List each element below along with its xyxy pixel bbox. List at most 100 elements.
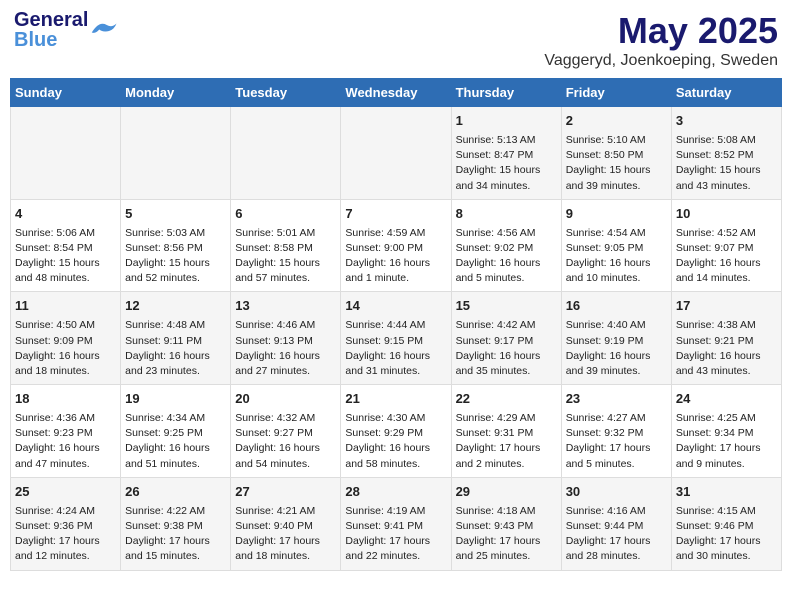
day-info: Daylight: 17 hours and 5 minutes. <box>566 441 667 471</box>
calendar-cell: 10Sunrise: 4:52 AMSunset: 9:07 PMDayligh… <box>671 199 781 292</box>
day-info: Daylight: 17 hours and 30 minutes. <box>676 534 777 564</box>
col-header-monday: Monday <box>121 79 231 107</box>
day-info: Daylight: 16 hours and 47 minutes. <box>15 441 116 471</box>
calendar-cell <box>341 107 451 200</box>
day-info: Sunrise: 4:40 AM <box>566 318 667 333</box>
day-info: Daylight: 17 hours and 25 minutes. <box>456 534 557 564</box>
day-info: Sunset: 9:46 PM <box>676 519 777 534</box>
day-number: 29 <box>456 483 557 502</box>
day-info: Daylight: 16 hours and 58 minutes. <box>345 441 446 471</box>
calendar-week-row: 1Sunrise: 5:13 AMSunset: 8:47 PMDaylight… <box>11 107 782 200</box>
calendar-cell: 20Sunrise: 4:32 AMSunset: 9:27 PMDayligh… <box>231 385 341 478</box>
day-number: 10 <box>676 205 777 224</box>
day-info: Daylight: 16 hours and 10 minutes. <box>566 256 667 286</box>
day-info: Daylight: 17 hours and 28 minutes. <box>566 534 667 564</box>
day-info: Sunset: 9:21 PM <box>676 334 777 349</box>
logo-bird-icon <box>88 19 118 37</box>
day-info: Sunrise: 4:25 AM <box>676 411 777 426</box>
page-title: May 2025 <box>544 10 778 52</box>
calendar-cell: 26Sunrise: 4:22 AMSunset: 9:38 PMDayligh… <box>121 477 231 570</box>
calendar-cell: 28Sunrise: 4:19 AMSunset: 9:41 PMDayligh… <box>341 477 451 570</box>
day-info: Sunrise: 5:01 AM <box>235 226 336 241</box>
day-info: Sunrise: 4:34 AM <box>125 411 226 426</box>
calendar-cell: 8Sunrise: 4:56 AMSunset: 9:02 PMDaylight… <box>451 199 561 292</box>
calendar-cell: 29Sunrise: 4:18 AMSunset: 9:43 PMDayligh… <box>451 477 561 570</box>
day-info: Sunrise: 5:10 AM <box>566 133 667 148</box>
day-info: Daylight: 17 hours and 9 minutes. <box>676 441 777 471</box>
day-info: Sunset: 9:27 PM <box>235 426 336 441</box>
day-info: Sunrise: 4:27 AM <box>566 411 667 426</box>
day-number: 23 <box>566 390 667 409</box>
day-info: Sunset: 9:36 PM <box>15 519 116 534</box>
day-info: Sunrise: 4:46 AM <box>235 318 336 333</box>
calendar-cell: 3Sunrise: 5:08 AMSunset: 8:52 PMDaylight… <box>671 107 781 200</box>
calendar-week-row: 4Sunrise: 5:06 AMSunset: 8:54 PMDaylight… <box>11 199 782 292</box>
day-info: Sunrise: 4:50 AM <box>15 318 116 333</box>
calendar-table: SundayMondayTuesdayWednesdayThursdayFrid… <box>10 78 782 571</box>
day-info: Daylight: 17 hours and 18 minutes. <box>235 534 336 564</box>
day-info: Daylight: 16 hours and 23 minutes. <box>125 349 226 379</box>
day-info: Daylight: 16 hours and 18 minutes. <box>15 349 116 379</box>
day-number: 9 <box>566 205 667 224</box>
col-header-friday: Friday <box>561 79 671 107</box>
day-info: Sunset: 9:23 PM <box>15 426 116 441</box>
day-info: Daylight: 17 hours and 22 minutes. <box>345 534 446 564</box>
day-info: Sunrise: 5:06 AM <box>15 226 116 241</box>
day-number: 8 <box>456 205 557 224</box>
calendar-cell: 24Sunrise: 4:25 AMSunset: 9:34 PMDayligh… <box>671 385 781 478</box>
day-info: Sunset: 9:38 PM <box>125 519 226 534</box>
calendar-cell: 17Sunrise: 4:38 AMSunset: 9:21 PMDayligh… <box>671 292 781 385</box>
calendar-week-row: 25Sunrise: 4:24 AMSunset: 9:36 PMDayligh… <box>11 477 782 570</box>
day-info: Sunrise: 4:54 AM <box>566 226 667 241</box>
day-info: Daylight: 17 hours and 15 minutes. <box>125 534 226 564</box>
day-info: Sunrise: 4:18 AM <box>456 504 557 519</box>
day-info: Sunset: 9:41 PM <box>345 519 446 534</box>
day-info: Daylight: 16 hours and 1 minute. <box>345 256 446 286</box>
day-number: 31 <box>676 483 777 502</box>
day-info: Sunrise: 4:21 AM <box>235 504 336 519</box>
day-info: Sunrise: 4:15 AM <box>676 504 777 519</box>
calendar-cell: 18Sunrise: 4:36 AMSunset: 9:23 PMDayligh… <box>11 385 121 478</box>
logo: GeneralBlue <box>14 10 118 50</box>
calendar-week-row: 11Sunrise: 4:50 AMSunset: 9:09 PMDayligh… <box>11 292 782 385</box>
day-info: Sunset: 9:31 PM <box>456 426 557 441</box>
calendar-cell: 13Sunrise: 4:46 AMSunset: 9:13 PMDayligh… <box>231 292 341 385</box>
day-number: 12 <box>125 297 226 316</box>
day-info: Sunset: 9:19 PM <box>566 334 667 349</box>
calendar-cell: 15Sunrise: 4:42 AMSunset: 9:17 PMDayligh… <box>451 292 561 385</box>
day-number: 26 <box>125 483 226 502</box>
calendar-cell: 4Sunrise: 5:06 AMSunset: 8:54 PMDaylight… <box>11 199 121 292</box>
day-info: Sunrise: 5:03 AM <box>125 226 226 241</box>
col-header-tuesday: Tuesday <box>231 79 341 107</box>
day-info: Sunset: 9:32 PM <box>566 426 667 441</box>
day-number: 25 <box>15 483 116 502</box>
day-number: 16 <box>566 297 667 316</box>
day-number: 15 <box>456 297 557 316</box>
day-number: 5 <box>125 205 226 224</box>
day-number: 22 <box>456 390 557 409</box>
day-number: 21 <box>345 390 446 409</box>
day-info: Daylight: 15 hours and 39 minutes. <box>566 163 667 193</box>
day-info: Sunrise: 4:29 AM <box>456 411 557 426</box>
calendar-cell <box>231 107 341 200</box>
day-info: Sunset: 9:25 PM <box>125 426 226 441</box>
day-info: Sunset: 9:11 PM <box>125 334 226 349</box>
calendar-cell: 22Sunrise: 4:29 AMSunset: 9:31 PMDayligh… <box>451 385 561 478</box>
calendar-cell: 21Sunrise: 4:30 AMSunset: 9:29 PMDayligh… <box>341 385 451 478</box>
day-info: Sunrise: 4:32 AM <box>235 411 336 426</box>
day-info: Sunrise: 4:42 AM <box>456 318 557 333</box>
calendar-cell: 31 Sunrise: 4:15 AMSunset: 9:46 PMDayligh… <box>671 477 781 570</box>
day-info: Sunrise: 4:48 AM <box>125 318 226 333</box>
day-info: Daylight: 16 hours and 43 minutes. <box>676 349 777 379</box>
calendar-cell: 7Sunrise: 4:59 AMSunset: 9:00 PMDaylight… <box>341 199 451 292</box>
day-info: Daylight: 16 hours and 27 minutes. <box>235 349 336 379</box>
day-number: 7 <box>345 205 446 224</box>
calendar-cell: 5Sunrise: 5:03 AMSunset: 8:56 PMDaylight… <box>121 199 231 292</box>
calendar-cell <box>121 107 231 200</box>
day-info: Daylight: 16 hours and 14 minutes. <box>676 256 777 286</box>
day-info: Daylight: 16 hours and 51 minutes. <box>125 441 226 471</box>
day-info: Sunrise: 4:30 AM <box>345 411 446 426</box>
day-number: 28 <box>345 483 446 502</box>
day-number: 1 <box>456 112 557 131</box>
day-info: Sunset: 9:09 PM <box>15 334 116 349</box>
